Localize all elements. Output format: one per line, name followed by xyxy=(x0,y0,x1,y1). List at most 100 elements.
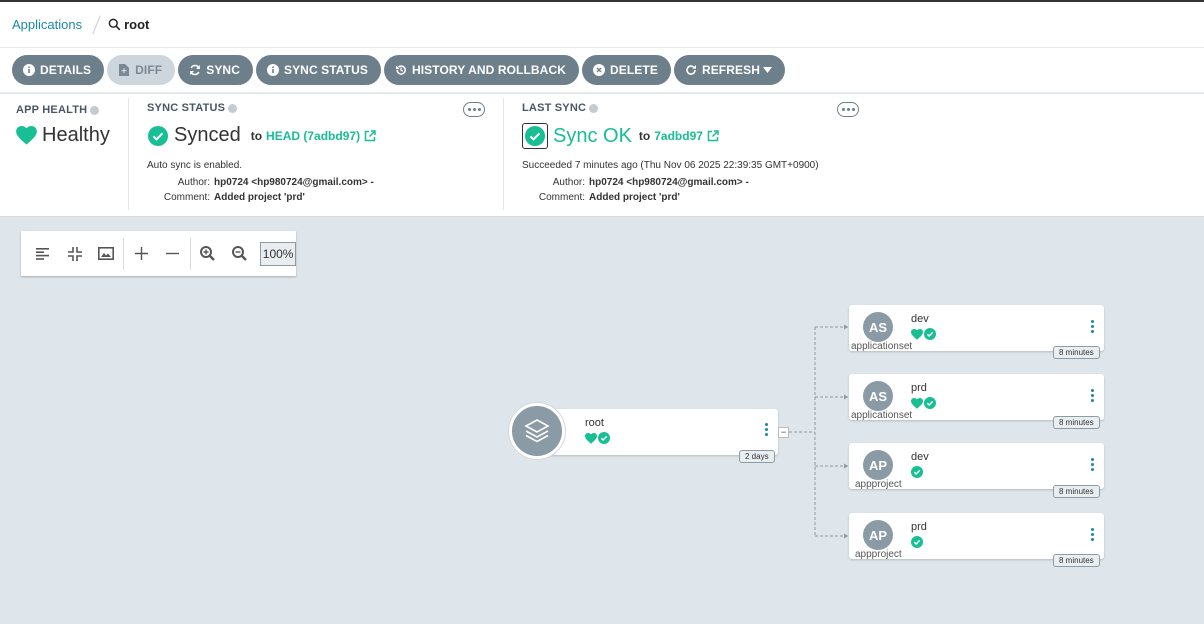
collapse-toggle[interactable]: − xyxy=(778,427,789,438)
divider xyxy=(503,98,504,210)
node-menu-button[interactable] xyxy=(1089,528,1095,541)
external-link-icon xyxy=(364,129,376,141)
fit-screen-icon[interactable] xyxy=(91,239,123,269)
breadcrumb-current-label: root xyxy=(124,17,150,32)
node-kind-icon: AP xyxy=(863,520,893,550)
heart-icon xyxy=(911,328,923,340)
heart-icon xyxy=(585,432,597,444)
sync-status-more-button[interactable] xyxy=(463,102,485,117)
node-kind-icon: AS xyxy=(863,312,893,342)
sync-status-title: SYNC STATUS xyxy=(147,102,238,114)
status-panel: APP HEALTH Healthy SYNC STATUS Synced to… xyxy=(0,94,1204,217)
node-menu-button[interactable] xyxy=(1089,320,1095,333)
external-link-icon xyxy=(707,130,719,142)
sync-button[interactable]: SYNC xyxy=(178,55,253,85)
node-menu-button[interactable] xyxy=(1089,458,1095,471)
zoom-in-icon[interactable] xyxy=(192,239,224,269)
node-age-badge: 8 minutes xyxy=(1053,485,1100,498)
breadcrumb-applications-link[interactable]: Applications xyxy=(12,17,82,32)
last-sync-revision-link[interactable]: 7adbd97 xyxy=(654,129,719,143)
sync-button-label: SYNC xyxy=(206,63,240,77)
node-menu-button[interactable] xyxy=(763,423,769,436)
zoom-out-icon[interactable] xyxy=(224,239,256,269)
node-status xyxy=(585,432,610,444)
app-health-value: Healthy xyxy=(16,124,110,147)
node-status xyxy=(911,536,923,548)
app-health-title: APP HEALTH xyxy=(16,104,100,116)
last-sync-title-text: LAST SYNC xyxy=(522,102,587,114)
diff-button-label: DIFF xyxy=(135,63,163,77)
sync-status-revision-link[interactable]: HEAD (7adbd97) xyxy=(266,129,376,143)
align-left-icon[interactable] xyxy=(27,239,59,269)
check-circle-icon xyxy=(924,328,936,340)
history-and-rollback-button[interactable]: HISTORY AND ROLLBACK xyxy=(383,55,579,85)
details-button[interactable]: DETAILS xyxy=(12,55,105,85)
heart-icon xyxy=(911,397,923,409)
last-sync-more-button[interactable] xyxy=(837,102,859,117)
help-icon[interactable] xyxy=(228,103,238,113)
sync-status-button[interactable]: SYNC STATUS xyxy=(255,55,381,85)
toolbar-separator xyxy=(123,237,125,270)
last-sync-author-row: Author: hp0724 <hp980724@gmail.com> - xyxy=(522,177,749,188)
graph-node-appproject-dev[interactable]: AP dev appproject 8 minutes xyxy=(849,443,1104,498)
caret-down-icon[interactable] xyxy=(762,67,772,73)
sync-status-row: Synced to HEAD (7adbd97) xyxy=(148,124,376,147)
node-name: prd xyxy=(911,382,927,394)
node-kind-label: applicationset xyxy=(851,410,913,421)
help-icon[interactable] xyxy=(589,103,599,113)
comment-label: Comment: xyxy=(163,192,210,203)
node-name: dev xyxy=(911,313,929,325)
check-circle-icon xyxy=(911,536,923,548)
details-button-label: DETAILS xyxy=(40,63,92,77)
action-toolbar: DETAILS DIFF SYNC SYNC STATUS HISTORY AN… xyxy=(0,48,1204,93)
divider xyxy=(128,98,129,210)
refresh-button[interactable]: REFRESH xyxy=(673,55,785,85)
search-icon xyxy=(108,18,121,31)
last-sync-row: Sync OK to 7adbd97 xyxy=(522,123,719,149)
check-circle-icon xyxy=(911,466,923,478)
node-kind-label: appproject xyxy=(855,549,902,560)
node-kind-icon: AP xyxy=(863,450,893,480)
node-age-badge: 8 minutes xyxy=(1053,416,1100,429)
sync-comment-row: Comment: Added project 'prd' xyxy=(147,192,305,203)
node-kind-label: appproject xyxy=(855,479,902,490)
help-icon[interactable] xyxy=(90,105,100,115)
check-circle-icon xyxy=(148,125,168,146)
app-health-title-text: APP HEALTH xyxy=(16,104,88,116)
node-name: prd xyxy=(911,521,927,533)
minus-icon[interactable] xyxy=(157,239,189,269)
delete-button[interactable]: DELETE xyxy=(581,55,671,85)
node-menu-button[interactable] xyxy=(1089,389,1095,402)
check-circle-icon xyxy=(598,432,610,444)
breadcrumb-separator xyxy=(92,15,101,34)
layers-icon xyxy=(524,419,550,443)
diff-button[interactable]: DIFF xyxy=(107,55,176,85)
comment-label: Comment: xyxy=(538,192,585,203)
graph-node-root[interactable]: root 2 days xyxy=(540,409,778,463)
breadcrumb-current: root xyxy=(108,17,149,32)
author-label: Author: xyxy=(552,177,585,188)
file-icon xyxy=(118,64,130,76)
graph-node-applicationset-prd[interactable]: AS prd applicationset 8 minutes xyxy=(849,374,1104,429)
author-value: hp0724 <hp980724@gmail.com> - xyxy=(214,177,374,188)
last-sync-comment-row: Comment: Added project 'prd' xyxy=(522,192,680,203)
zoom-level[interactable]: 100% xyxy=(260,241,296,266)
graph-node-applicationset-dev[interactable]: AS dev applicationset 8 minutes xyxy=(849,305,1104,359)
node-status xyxy=(911,328,936,340)
heart-icon xyxy=(16,126,37,145)
node-age-badge: 8 minutes xyxy=(1053,346,1100,359)
auto-sync-text: Auto sync is enabled. xyxy=(147,160,243,171)
app-health-text: Healthy xyxy=(42,124,110,146)
node-status xyxy=(911,466,923,478)
node-status xyxy=(911,397,936,409)
graph-node-appproject-prd[interactable]: AP prd appproject 8 minutes xyxy=(849,513,1104,567)
last-sync-value: Sync OK xyxy=(553,124,632,147)
check-circle-icon xyxy=(522,123,548,149)
compress-icon[interactable] xyxy=(59,239,91,269)
graph-toolbar: 100% xyxy=(21,231,296,276)
delete-button-label: DELETE xyxy=(609,63,658,77)
node-kind-icon: AS xyxy=(863,381,893,411)
last-sync-title: LAST SYNC xyxy=(522,102,599,114)
plus-icon[interactable] xyxy=(125,239,157,269)
toolbar-separator xyxy=(189,237,191,270)
